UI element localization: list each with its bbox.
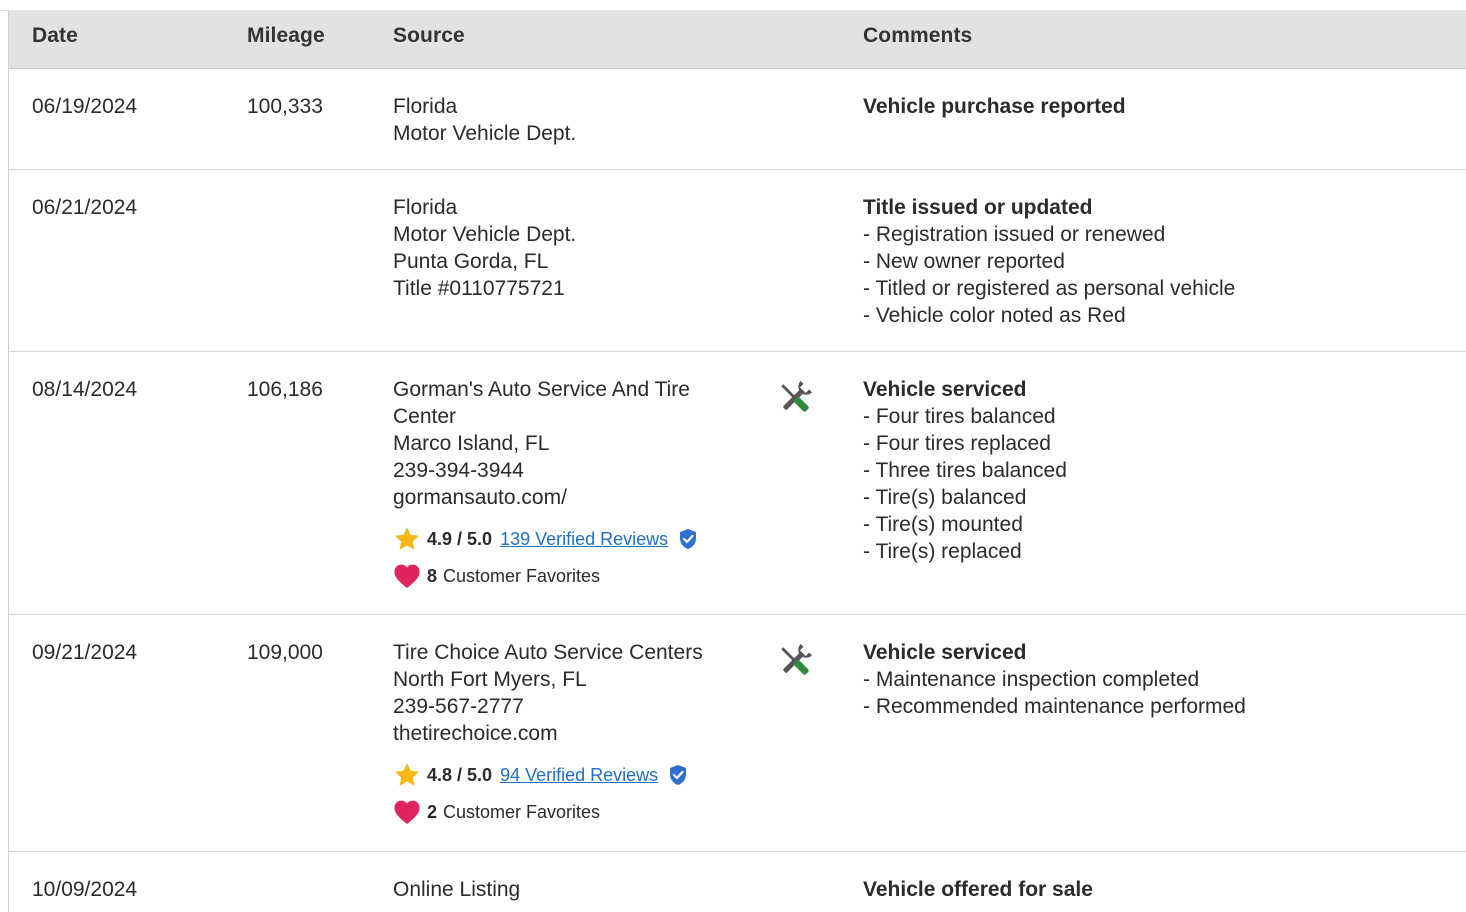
source-line: Florida [393,95,458,118]
heart-icon [393,563,421,589]
verified-badge-icon [668,764,688,786]
row-date: 10/09/2024 [32,878,138,901]
comment-title: Vehicle serviced [863,378,1027,401]
row-mileage: 106,186 [247,378,323,401]
source-line: 239-394-3944 [393,459,524,482]
comment-title: Vehicle purchase reported [863,95,1126,118]
vehicle-history-page: Date Mileage Source Comments 06/19/2024 1… [0,0,1466,912]
source-line: Tire Choice Auto Service Centers [393,641,703,664]
table-row: 08/14/2024 106,186 Gorman's Auto Service A… [9,352,1466,615]
row-date: 06/21/2024 [32,196,138,219]
favorites-label: Customer Favorites [443,802,601,822]
comment-item: - Three tires balanced [863,459,1067,482]
row-mileage: 109,000 [247,641,323,664]
source-line: thetirechoice.com [393,722,558,745]
header-date: Date [32,24,78,47]
table-body: 06/19/2024 100,333 Florida Motor Vehicle De… [9,69,1466,912]
source-line: Florida [393,196,458,219]
rating-separator: / [457,529,463,549]
source-line: Motor Vehicle Dept. [393,122,577,145]
comment-item: - Tire(s) balanced [863,486,1027,509]
comment-item: - Four tires replaced [863,432,1051,455]
star-icon [393,525,421,553]
comment-item: - New owner reported [863,250,1065,273]
source-line: North Fort Myers, FL [393,668,587,691]
table-header: Date Mileage Source Comments [9,10,1466,69]
comment-item: - Recommended maintenance performed [863,695,1246,718]
table-row: 06/21/2024 Florida Motor Vehicle Dept. Punt… [9,170,1466,352]
rating-row: 4.9/5.0 139 Verified Reviews [393,525,738,553]
comment-item: - Maintenance inspection completed [863,668,1200,691]
row-source: Gorman's Auto Service And Tire Center Marc… [393,376,738,589]
comment-title: Vehicle serviced [863,641,1027,664]
row-date: 09/21/2024 [32,641,138,664]
rating-max: 5.0 [467,765,493,785]
source-line: Online Listing [393,878,521,901]
heart-icon [393,799,421,825]
favorites-row: 2 Customer Favorites [393,799,738,825]
rating-row: 4.8/5.0 94 Verified Reviews [393,761,738,789]
row-source: Tire Choice Auto Service Centers North Fo… [393,639,738,825]
row-comments: Vehicle serviced - Four tires balanced - F… [863,376,1423,565]
row-mileage: 100,333 [247,95,323,118]
source-line: Marco Island, FL [393,432,550,455]
source-line: gormansauto.com/ [393,486,567,509]
row-source: Online Listing [393,876,738,903]
star-icon [393,761,421,789]
comment-item: - Vehicle color noted as Red [863,304,1126,327]
verified-reviews-link[interactable]: 139 Verified Reviews [500,527,668,551]
table-row: 10/09/2024 Online Listing Vehicle offered … [9,852,1466,912]
comment-item: - Four tires balanced [863,405,1056,428]
header-mileage: Mileage [247,24,325,47]
source-line: Punta Gorda, FL [393,250,549,273]
source-line: Center [393,405,457,428]
header-comments: Comments [863,24,973,47]
comment-title: Vehicle offered for sale [863,878,1093,901]
verified-reviews-link[interactable]: 94 Verified Reviews [500,763,658,787]
table-row: 09/21/2024 109,000 Tire Choice Auto Servic… [9,615,1466,852]
comment-item: - Tire(s) replaced [863,540,1022,563]
verified-badge-icon [678,528,698,550]
source-line: Motor Vehicle Dept. [393,223,577,246]
row-date: 06/19/2024 [32,95,138,118]
row-comments: Vehicle purchase reported [863,93,1423,120]
row-comments: Vehicle offered for sale [863,876,1423,903]
row-comments: Vehicle serviced - Maintenance inspection… [863,639,1423,720]
comment-item: - Tire(s) mounted [863,513,1023,536]
rating-max: 5.0 [467,529,493,549]
header-source: Source [393,24,465,47]
service-tools-icon [775,641,819,685]
favorites-label: Customer Favorites [443,566,601,586]
favorites-count: 8 [427,566,438,586]
table-row: 06/19/2024 100,333 Florida Motor Vehicle De… [9,69,1466,170]
row-source: Florida Motor Vehicle Dept. [393,93,738,147]
favorites-row: 8 Customer Favorites [393,563,738,589]
source-line: Gorman's Auto Service And Tire [393,378,690,401]
rating-score: 4.8 [427,765,453,785]
row-date: 08/14/2024 [32,378,138,401]
history-table: Date Mileage Source Comments 06/19/2024 1… [8,10,1466,912]
favorites-count: 2 [427,802,438,822]
source-line: 239-567-2777 [393,695,524,718]
rating-separator: / [457,765,463,785]
comment-title: Title issued or updated [863,196,1093,219]
row-source: Florida Motor Vehicle Dept. Punta Gorda, F… [393,194,738,302]
rating-score: 4.9 [427,529,453,549]
row-comments: Title issued or updated - Registration is… [863,194,1423,329]
service-tools-icon [775,378,819,422]
comment-item: - Registration issued or renewed [863,223,1166,246]
comment-item: - Titled or registered as personal vehic… [863,277,1236,300]
source-line: Title #0110775721 [393,277,565,300]
